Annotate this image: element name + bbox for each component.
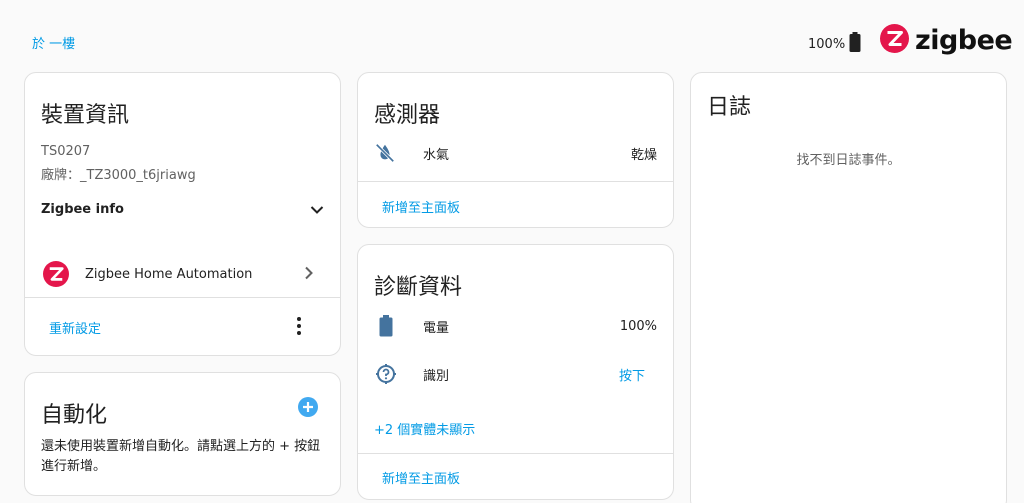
diagnostic-name: 電量 xyxy=(423,320,450,336)
sensors-card: 感測器 水氣 乾燥 新增至主面板 xyxy=(357,72,674,228)
plus-circle-icon xyxy=(298,397,318,421)
logbook-title: 日誌 xyxy=(707,95,752,120)
chevron-down-icon xyxy=(310,200,324,219)
zigbee-logo-text: zigbee xyxy=(915,25,1013,56)
battery-level-text: 100% xyxy=(808,36,846,52)
more-vert-icon[interactable] xyxy=(291,315,307,337)
device-info-card: 裝置資訊 TS0207 廠牌：_TZ3000_t6jriawg Zigbee i… xyxy=(24,72,341,356)
battery-icon xyxy=(374,315,398,337)
zigbee-icon xyxy=(43,261,69,287)
automation-title: 自動化 xyxy=(41,403,108,428)
identify-press-button[interactable]: 按下 xyxy=(619,365,645,384)
reconfigure-button[interactable]: 重新設定 xyxy=(49,318,101,337)
battery-icon xyxy=(849,32,861,56)
zigbee-info-label: Zigbee info xyxy=(41,201,124,217)
diagnostic-row-battery[interactable]: 電量 100% xyxy=(358,313,673,339)
zigbee-logo-icon xyxy=(880,24,909,57)
diagnostics-add-to-dashboard[interactable]: 新增至主面板 xyxy=(382,468,460,487)
sensor-value: 乾燥 xyxy=(630,147,657,163)
diagnostic-value: 100% xyxy=(619,318,657,334)
diagnostics-title: 診斷資料 xyxy=(374,275,463,300)
water-off-icon xyxy=(374,142,398,164)
help-circle-icon xyxy=(374,362,398,386)
automation-empty-text: 還未使用裝置新增自動化。請點選上方的 + 按鈕進行新增。 xyxy=(41,439,321,474)
integration-row[interactable]: Zigbee Home Automation xyxy=(25,259,340,289)
sensors-add-to-dashboard[interactable]: 新增至主面板 xyxy=(382,197,460,216)
device-info-divider xyxy=(25,297,340,298)
diagnostics-card: 診斷資料 電量 100% 識別 按下 +2 個實體未顯示 新增至主面板 xyxy=(357,244,674,500)
add-automation-button[interactable] xyxy=(298,397,318,421)
device-info-title: 裝置資訊 xyxy=(41,103,130,128)
sensors-title: 感測器 xyxy=(374,103,441,128)
header-battery: 100% xyxy=(808,32,861,56)
diagnostic-name: 識別 xyxy=(423,368,450,384)
diagnostic-row-identify: 識別 按下 xyxy=(358,361,673,387)
zigbee-logo: zigbee xyxy=(880,24,1013,57)
zigbee-info-expander[interactable]: Zigbee info xyxy=(25,197,340,221)
automation-card: 自動化 還未使用裝置新增自動化。請點選上方的 + 按鈕進行新增。 xyxy=(24,372,341,496)
hidden-entities-link[interactable]: +2 個實體未顯示 xyxy=(374,419,475,438)
sensor-name: 水氣 xyxy=(423,147,450,163)
sensors-divider xyxy=(358,181,673,182)
device-manufacturer: 廠牌：_TZ3000_t6jriawg xyxy=(41,168,196,183)
logbook-empty-text: 找不到日誌事件。 xyxy=(796,153,901,168)
sensor-row-moisture[interactable]: 水氣 乾燥 xyxy=(358,141,673,165)
integration-name: Zigbee Home Automation xyxy=(85,266,253,282)
diagnostics-divider xyxy=(358,453,673,454)
area-link[interactable]: 於 一樓 xyxy=(32,33,75,52)
logbook-card: 日誌 找不到日誌事件。 xyxy=(690,72,1007,503)
chevron-right-icon xyxy=(304,265,314,284)
device-model: TS0207 xyxy=(41,144,91,159)
